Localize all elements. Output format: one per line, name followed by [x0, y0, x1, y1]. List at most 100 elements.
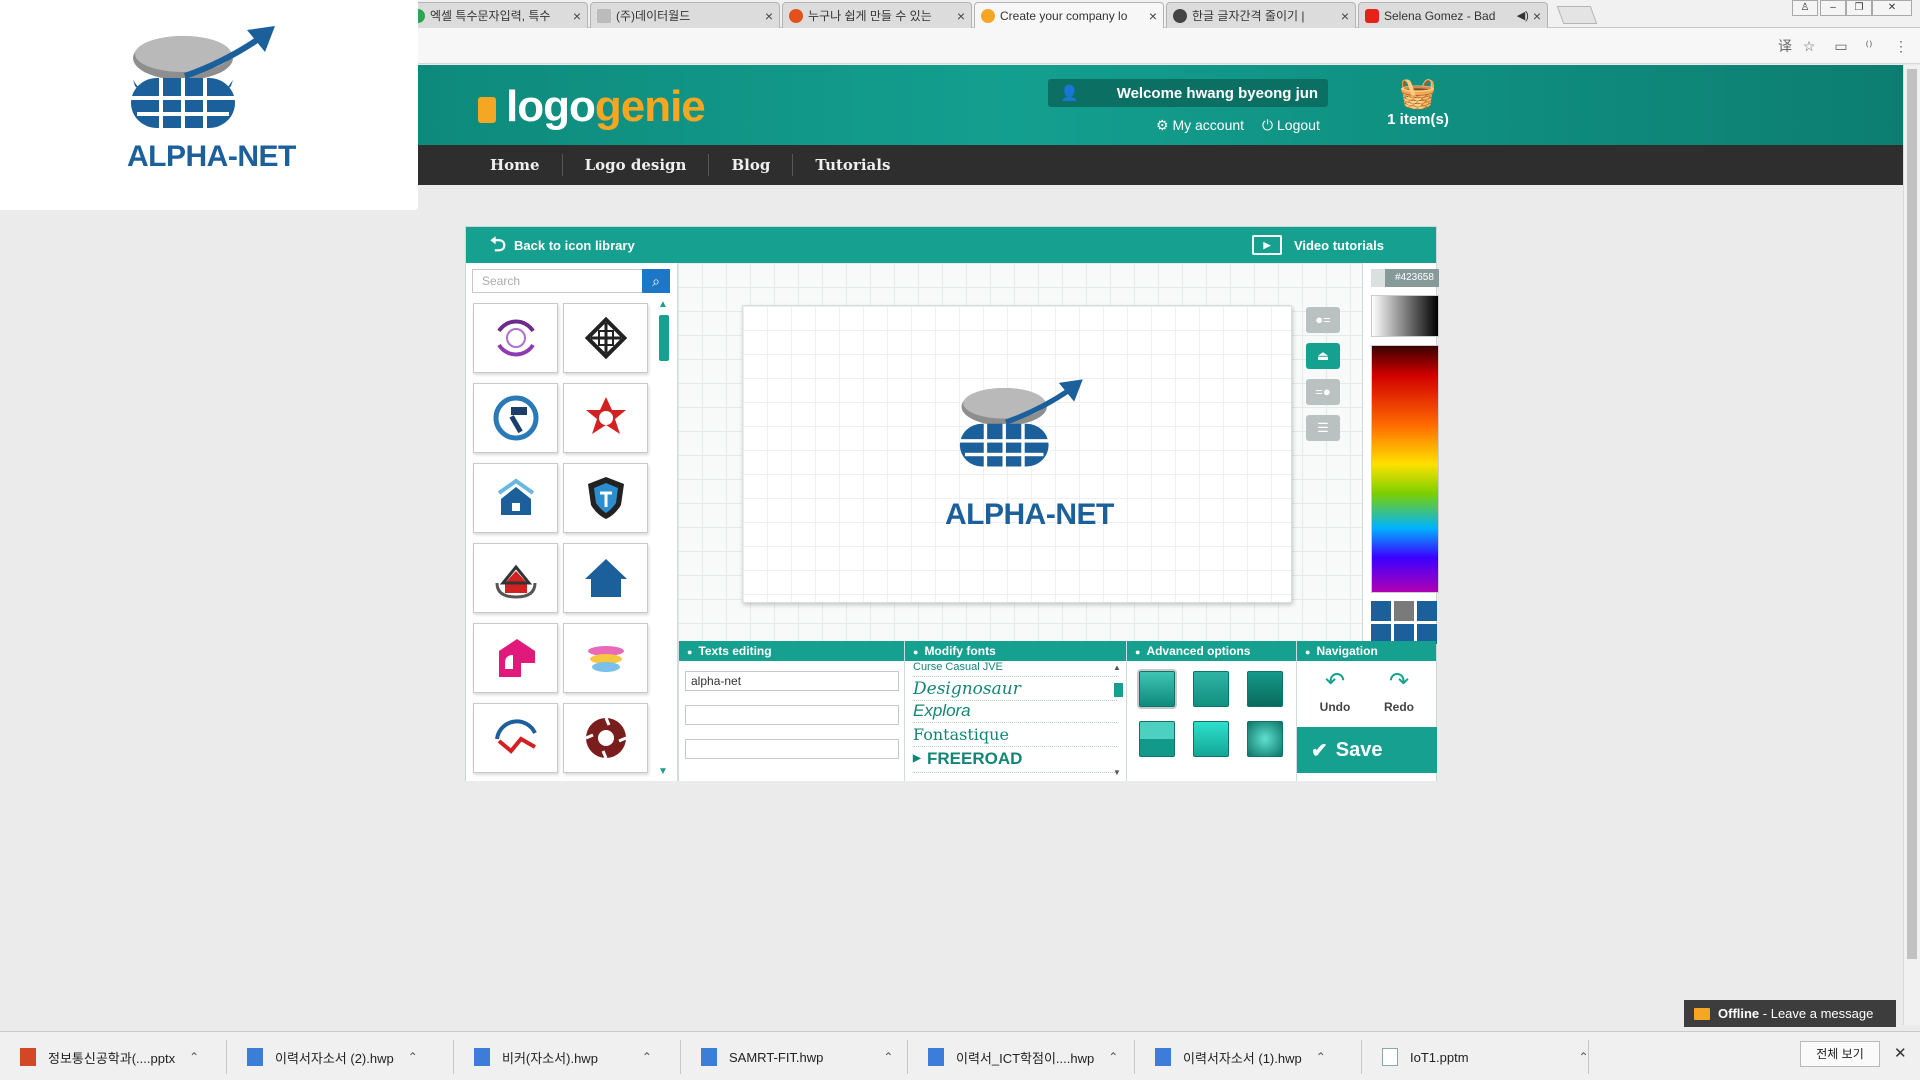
- library-icon-tile[interactable]: [563, 303, 648, 373]
- undo-button[interactable]: ↶ Undo: [1311, 667, 1359, 714]
- scrollbar-thumb[interactable]: [659, 315, 669, 361]
- shade-gradient[interactable]: [1371, 295, 1439, 337]
- chevron-up-icon[interactable]: ⌃: [1316, 1050, 1326, 1064]
- browser-tab[interactable]: (주)데이터월드 ×: [590, 2, 780, 28]
- download-item[interactable]: IoT1.pptm ⌃: [1382, 1044, 1589, 1070]
- font-option-selected[interactable]: ▶ FREEROAD: [913, 749, 1117, 773]
- library-icon-tile[interactable]: [473, 463, 558, 533]
- cast-icon[interactable]: ▭: [1832, 37, 1850, 55]
- style-option-button[interactable]: [1193, 721, 1229, 757]
- show-all-downloads-button[interactable]: 전체 보기: [1800, 1041, 1880, 1067]
- library-icon-tile[interactable]: [563, 623, 648, 693]
- font-option[interactable]: Explora: [913, 701, 1117, 723]
- save-button[interactable]: ✔ Save: [1297, 727, 1437, 773]
- text-line-3-input[interactable]: [685, 739, 899, 759]
- redo-button[interactable]: ↷ Redo: [1375, 667, 1423, 714]
- menu-icon[interactable]: ⋮: [1892, 37, 1910, 55]
- video-tutorials-button[interactable]: ▶ Video tutorials: [1251, 235, 1384, 255]
- extension-icon[interactable]: ⁽⁾: [1860, 37, 1878, 55]
- tab-close-icon[interactable]: ×: [1341, 8, 1349, 24]
- chevron-up-icon[interactable]: ⌃: [189, 1050, 199, 1064]
- nav-home[interactable]: Home: [468, 154, 563, 176]
- style-option-button[interactable]: [1247, 671, 1283, 707]
- download-item[interactable]: SAMRT-FIT.hwp ⌃: [701, 1044, 893, 1070]
- minimize-icon[interactable]: –: [1820, 0, 1846, 16]
- download-item[interactable]: 이력서자소서 (2).hwp ⌃: [247, 1044, 418, 1070]
- close-download-bar-icon[interactable]: ✕: [1894, 1044, 1907, 1062]
- scroll-down-icon[interactable]: ▼: [658, 766, 668, 777]
- layout-icon-left-button[interactable]: ●=: [1306, 307, 1340, 333]
- style-option-button[interactable]: [1193, 671, 1229, 707]
- library-icon-tile[interactable]: [473, 703, 558, 773]
- style-option-button[interactable]: [1139, 721, 1175, 757]
- library-icon-tile[interactable]: [563, 383, 648, 453]
- scroll-up-icon[interactable]: ▲: [1113, 663, 1121, 672]
- page-scrollbar[interactable]: [1903, 65, 1920, 1025]
- new-tab-button[interactable]: [1556, 6, 1598, 24]
- library-scrollbar[interactable]: ▲ ▼: [657, 299, 671, 777]
- layout-icon-right-button[interactable]: =●: [1306, 379, 1340, 405]
- download-item[interactable]: 정보통신공학과(....pptx ⌃: [20, 1044, 199, 1070]
- tab-close-icon[interactable]: ×: [1533, 8, 1541, 24]
- icon-search-input[interactable]: Search: [472, 269, 644, 293]
- library-icon-tile[interactable]: [473, 303, 558, 373]
- canvas-logo-text[interactable]: ALPHA-NET: [945, 498, 1114, 532]
- download-item[interactable]: 이력서_ICT학점이....hwp ⌃: [928, 1044, 1118, 1070]
- style-option-button[interactable]: [1139, 671, 1175, 707]
- download-item[interactable]: 이력서자소서 (1).hwp ⌃: [1155, 1044, 1326, 1070]
- browser-tab[interactable]: 엑셀 특수문자입력, 특수 ×: [404, 2, 588, 28]
- scroll-down-icon[interactable]: ▼: [1113, 768, 1121, 777]
- nav-logo-design[interactable]: Logo design: [563, 154, 710, 176]
- library-icon-tile[interactable]: [563, 703, 648, 773]
- library-icon-tile[interactable]: [473, 623, 558, 693]
- layout-icon-top-button[interactable]: ⏏: [1306, 343, 1340, 369]
- cart-button[interactable]: 🧺 1 item(s): [1373, 77, 1463, 128]
- chevron-up-icon[interactable]: ⌃: [642, 1050, 652, 1064]
- scrollbar-thumb[interactable]: [1907, 69, 1917, 959]
- font-option[interactable]: Designosaur: [913, 679, 1117, 701]
- text-line-2-input[interactable]: [685, 705, 899, 725]
- tab-close-icon[interactable]: ×: [957, 8, 965, 24]
- scrollbar-thumb[interactable]: [1114, 683, 1123, 697]
- search-icon[interactable]: ⌕: [642, 269, 670, 293]
- hue-spectrum[interactable]: [1371, 345, 1439, 593]
- font-option[interactable]: Curse Casual JVE: [913, 661, 1117, 677]
- chevron-up-icon[interactable]: ⌃: [408, 1050, 418, 1064]
- browser-tab[interactable]: Selena Gomez - Bad ◀) ×: [1358, 2, 1548, 28]
- nav-blog[interactable]: Blog: [709, 154, 794, 176]
- font-option[interactable]: Fontastique: [913, 725, 1117, 747]
- tab-close-icon[interactable]: ×: [573, 8, 581, 24]
- tab-close-icon[interactable]: ×: [1149, 8, 1157, 24]
- library-icon-tile[interactable]: [473, 543, 558, 613]
- layout-icon-bottom-button[interactable]: ☰: [1306, 415, 1340, 441]
- nav-tutorials[interactable]: Tutorials: [793, 154, 912, 176]
- tab-close-icon[interactable]: ×: [765, 8, 773, 24]
- recent-color-swatch[interactable]: [1394, 601, 1414, 621]
- browser-tab-active[interactable]: Create your company lo ×: [974, 2, 1164, 28]
- browser-tab[interactable]: 한글 글자간격 줄이기 | ×: [1166, 2, 1356, 28]
- chevron-up-icon[interactable]: ⌃: [1108, 1050, 1118, 1064]
- library-icon-tile[interactable]: [473, 383, 558, 453]
- close-window-icon[interactable]: ✕: [1872, 0, 1912, 16]
- library-icon-tile[interactable]: [563, 463, 648, 533]
- chat-widget[interactable]: Offline - Leave a message: [1684, 1000, 1896, 1027]
- recent-color-swatch[interactable]: [1417, 601, 1437, 621]
- alpha-net-logo-icon[interactable]: [938, 376, 1108, 504]
- browser-tab[interactable]: 누구나 쉽게 만들 수 있는 ×: [782, 2, 972, 28]
- logogenie-logo[interactable]: logogenie: [478, 82, 706, 132]
- restore-icon[interactable]: ❐: [1846, 0, 1872, 16]
- text-line-1-input[interactable]: alpha-net: [685, 671, 899, 691]
- download-item[interactable]: 비커(자소서).hwp ⌃: [474, 1044, 652, 1070]
- my-account-link[interactable]: ⚙ My account: [1156, 117, 1244, 134]
- scroll-up-icon[interactable]: ▲: [658, 299, 668, 310]
- library-icon-tile[interactable]: [563, 543, 648, 613]
- back-to-library-button[interactable]: ⮌ Back to icon library: [490, 235, 635, 255]
- logout-link[interactable]: ⏻ Logout: [1262, 117, 1320, 134]
- fonts-scrollbar[interactable]: ▲ ▼: [1113, 663, 1123, 777]
- style-option-button[interactable]: [1247, 721, 1283, 757]
- star-icon[interactable]: ☆: [1800, 37, 1818, 55]
- recent-color-swatch[interactable]: [1371, 601, 1391, 621]
- chevron-up-icon[interactable]: ⌃: [883, 1050, 893, 1064]
- translate-icon[interactable]: 译: [1776, 37, 1794, 55]
- logo-canvas[interactable]: ALPHA-NET: [742, 305, 1292, 603]
